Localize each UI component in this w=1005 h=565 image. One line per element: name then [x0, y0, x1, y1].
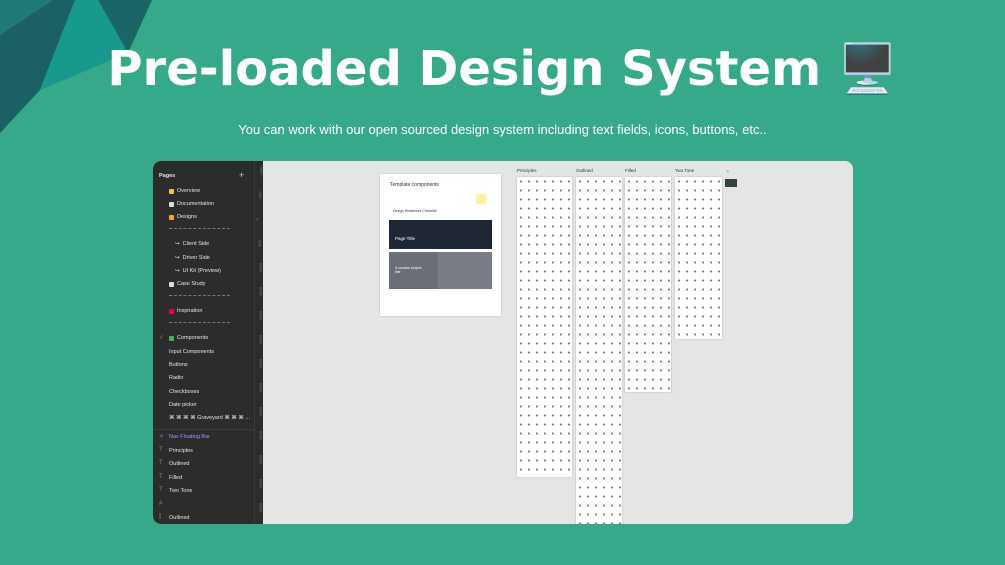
page-label: Driver Side [182, 255, 210, 261]
text-icon: T [159, 473, 163, 480]
canvas[interactable]: Template components Design Readiness Che… [263, 161, 853, 524]
card-title: A concise project title [395, 266, 422, 274]
sticky-note [476, 194, 486, 204]
page-item[interactable]: Documentation [169, 201, 214, 207]
page-label: Components [177, 335, 209, 341]
page-label: Overview [177, 188, 200, 194]
page-label: Inspiration [177, 308, 203, 314]
document-icon [169, 201, 174, 207]
page-label: Client Side [182, 241, 210, 247]
frame-label: Principles [517, 168, 537, 173]
page-label: Documentation [177, 201, 214, 207]
layer-item[interactable]: Principles [169, 448, 193, 454]
ruler-tick: 500 [256, 240, 262, 247]
page-label: UI Kit (Preview) [182, 268, 221, 274]
layer-item[interactable]: Outlined [169, 461, 190, 467]
page-item[interactable]: Checkboxes [169, 389, 199, 395]
page-item[interactable]: Case Study [169, 281, 205, 287]
thumbnail [725, 179, 737, 187]
page-item[interactable]: Designs [169, 214, 197, 220]
frame-label: Filled [625, 168, 636, 173]
template-title: Template components [390, 182, 439, 188]
page-item[interactable]: Overview [169, 188, 200, 194]
layer-item[interactable]: Nav Floating Bar [169, 434, 210, 440]
ruler-tick: 0 [254, 218, 260, 221]
monitor-icon: 🖥️ [837, 41, 898, 97]
divider [153, 429, 254, 430]
figma-window: Pages + Overview Documentation Designs ↪ Cli… [153, 161, 853, 524]
layout-icon: ⫿ [159, 514, 161, 520]
page-title: Page Title [395, 236, 416, 241]
layer-item[interactable]: Outlined [169, 515, 190, 521]
card-icon [169, 281, 174, 287]
add-page-button[interactable]: + [239, 170, 244, 180]
check-icon: ✓ [159, 335, 165, 341]
checklist-label: Design Readiness Checklist [393, 209, 437, 213]
page-title-banner: Page Title [389, 220, 492, 249]
arrow-icon: ↪ [175, 268, 180, 274]
page-label: Input Components [169, 349, 214, 355]
hero-title: Pre-loaded Design System 🖥️ [107, 41, 898, 97]
puzzle-icon [169, 335, 174, 341]
pin-icon [169, 308, 174, 314]
page-label: Checkboxes [169, 389, 200, 395]
text-icon: T [159, 487, 163, 493]
arrow-icon: ↪ [175, 255, 180, 261]
paint-icon [169, 214, 174, 220]
text-icon: T [159, 446, 163, 453]
page-item[interactable]: Inspiration [169, 308, 202, 314]
text-icon: T [159, 460, 163, 466]
frame-icon: # [159, 500, 163, 507]
vertical-ruler: -1000 -500 0 500 1000 1500 2000 2500 3000 3500 400… [254, 161, 264, 524]
frame-label: Two Tone [675, 168, 695, 173]
icon-frame[interactable] [576, 177, 622, 524]
component-icon: ✦ [726, 169, 730, 174]
hero-subtitle: You can work with our open sourced desig… [238, 122, 767, 137]
page-label: Case Study [177, 281, 206, 287]
project-card: A concise project title [389, 252, 492, 289]
page-item[interactable]: ⌘ ⌘ ⌘ ⌘ Graveyard ⌘ ⌘ ⌘ ... [169, 415, 250, 421]
icon-frame[interactable] [625, 177, 671, 392]
page-label: Buttons [169, 362, 188, 368]
page-item[interactable]: Input Components [169, 349, 214, 355]
layer-item[interactable]: Filled [169, 475, 182, 481]
icon-frame[interactable] [675, 177, 722, 339]
page-item[interactable]: Radio [169, 375, 183, 381]
icon-frame[interactable] [517, 177, 572, 477]
page-item[interactable]: Buttons [169, 362, 188, 368]
page-item[interactable]: Date picker [169, 402, 197, 408]
arrow-icon: ↪ [175, 241, 180, 247]
pages-header: Pages [159, 173, 176, 179]
sun-icon [169, 188, 174, 194]
page-label: ⌘ ⌘ ⌘ ⌘ Graveyard ⌘ ⌘ ⌘ ... [169, 415, 250, 421]
divider [169, 295, 230, 296]
divider [169, 228, 230, 229]
ruler-tick: -500 [257, 191, 263, 200]
template-components-frame[interactable]: Template components Design Readiness Che… [380, 174, 501, 316]
pages-sidebar: Pages + Overview Documentation Designs ↪ Cli… [153, 161, 254, 524]
page-item[interactable]: ↪ Driver Side [175, 255, 210, 261]
page-label: Date picker [169, 402, 197, 408]
page-item[interactable]: Components [169, 335, 208, 341]
page-item[interactable]: ↪ Client Side [175, 241, 209, 247]
page-item[interactable]: ↪ UI Kit (Preview) [175, 268, 221, 274]
page-label: Designs [177, 214, 197, 220]
page-label: Radio [169, 375, 184, 381]
layer-item[interactable]: Two Tone [169, 488, 192, 494]
divider [169, 322, 230, 323]
frame-label: Outlined [576, 168, 593, 173]
component-icon: ✧ [159, 434, 165, 440]
